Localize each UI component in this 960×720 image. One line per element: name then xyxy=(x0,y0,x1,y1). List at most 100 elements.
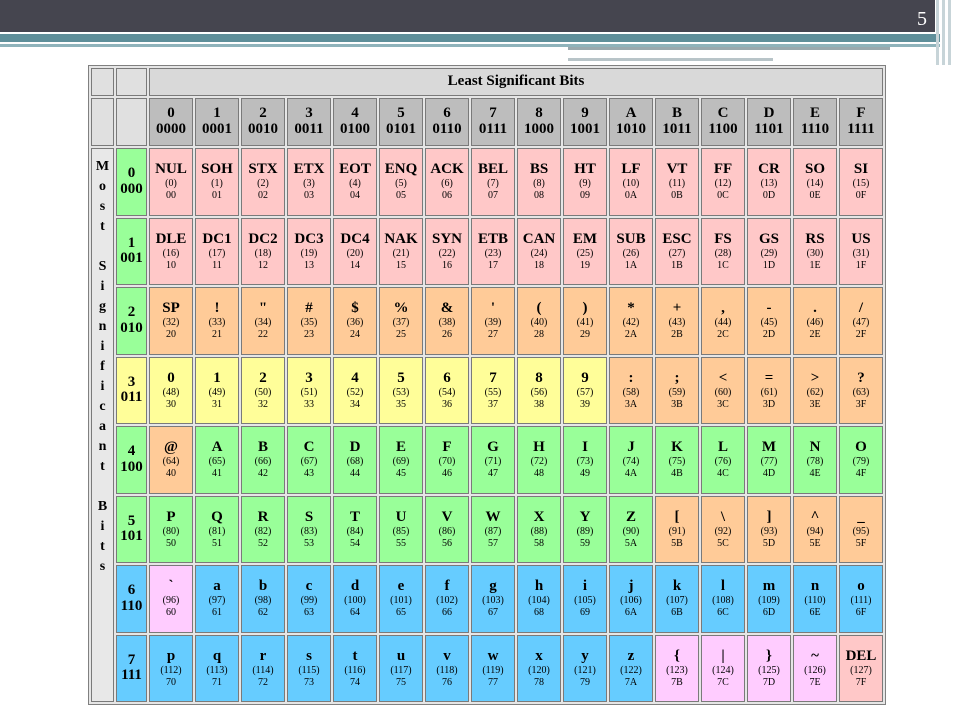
msb-hex: 1 xyxy=(127,234,136,251)
char-decimal: (27) xyxy=(668,247,686,259)
ascii-cell: o (111) 6F xyxy=(839,565,883,633)
ascii-cell: RS (30) 1E xyxy=(793,217,837,285)
char-decimal: (63) xyxy=(852,386,870,398)
char-symbol: R xyxy=(257,508,269,525)
lsb-hex: 3 xyxy=(305,105,313,122)
corner-cell xyxy=(116,68,147,96)
char-symbol: ( xyxy=(536,300,542,317)
char-hex: 40 xyxy=(166,468,176,480)
char-decimal: (111) xyxy=(850,595,872,607)
char-symbol: DLE xyxy=(155,230,187,247)
char-decimal: (59) xyxy=(668,386,686,398)
char-hex: 34 xyxy=(350,398,360,410)
ascii-cell: j (106) 6A xyxy=(609,565,653,633)
lsb-header: 9 1001 xyxy=(563,98,607,146)
char-hex: 3E xyxy=(809,398,821,410)
char-symbol: \ xyxy=(720,508,726,525)
char-hex: 4B xyxy=(671,468,683,480)
lsb-header: F 1111 xyxy=(839,98,883,146)
char-symbol: e xyxy=(397,578,405,595)
char-symbol: US xyxy=(851,230,871,247)
char-hex: 11 xyxy=(212,259,222,271)
lsb-header: 3 0011 xyxy=(287,98,331,146)
char-hex: 62 xyxy=(258,607,268,619)
char-decimal: (8) xyxy=(533,178,545,190)
char-decimal: (74) xyxy=(622,456,640,468)
char-symbol: ENQ xyxy=(384,161,418,178)
char-decimal: (114) xyxy=(252,664,274,676)
char-decimal: (17) xyxy=(208,247,226,259)
ascii-cell: US (31) 1F xyxy=(839,217,883,285)
msb-header: 5 101 xyxy=(116,495,147,563)
char-symbol: K xyxy=(671,439,683,456)
char-hex: 03 xyxy=(304,190,314,202)
msb-binary: 101 xyxy=(120,528,143,545)
char-decimal: (125) xyxy=(758,664,780,676)
char-decimal: (52) xyxy=(346,386,364,398)
char-hex: 37 xyxy=(488,398,498,410)
char-decimal: (87) xyxy=(484,525,502,537)
char-hex: 02 xyxy=(258,190,268,202)
ascii-cell: r (114) 72 xyxy=(241,634,285,702)
lsb-binary: 0101 xyxy=(386,121,416,137)
char-decimal: (6) xyxy=(441,178,453,190)
ascii-cell: . (46) 2E xyxy=(793,287,837,355)
msb-binary: 011 xyxy=(120,389,143,406)
ascii-cell: BS (8) 08 xyxy=(517,148,561,216)
lsb-header: E 1110 xyxy=(793,98,837,146)
ascii-cell: DC4 (20) 14 xyxy=(333,217,377,285)
char-symbol: { xyxy=(674,647,680,664)
ascii-table: Least Significant Bits 0 0000 1 0001 2 0010 3 00… xyxy=(89,66,885,704)
slide-decor-line xyxy=(936,0,939,65)
char-hex: 7B xyxy=(671,676,683,688)
char-hex: 0D xyxy=(762,190,776,202)
char-symbol: ETX xyxy=(293,161,325,178)
char-hex: 68 xyxy=(534,607,544,619)
char-hex: 1A xyxy=(624,259,638,271)
char-symbol: q xyxy=(212,647,222,664)
char-hex: 39 xyxy=(580,398,590,410)
char-symbol: f xyxy=(444,578,450,595)
char-hex: 3B xyxy=(671,398,683,410)
ascii-cell: ] (93) 5D xyxy=(747,495,791,563)
char-hex: 5F xyxy=(855,537,867,549)
char-hex: 7A xyxy=(624,676,638,688)
ascii-cell: 8 (56) 38 xyxy=(517,356,561,424)
char-hex: 3A xyxy=(624,398,638,410)
char-decimal: (71) xyxy=(484,456,502,468)
char-hex: 17 xyxy=(488,259,498,271)
char-hex: 52 xyxy=(258,537,268,549)
msb-side-label: M o s t S i g n i f i c a n t B i t s xyxy=(91,148,114,702)
char-hex: 01 xyxy=(212,190,222,202)
table-row: 4 100 @ (64) 40 A (65) 41 B (66) 42 C (67) 43 D (68) 44 E… xyxy=(91,426,883,494)
ascii-cell: BEL (7) 07 xyxy=(471,148,515,216)
lsb-binary: 0000 xyxy=(156,121,186,137)
ascii-cell: O (79) 4F xyxy=(839,426,883,494)
char-symbol: CAN xyxy=(522,230,556,247)
char-hex: 2E xyxy=(809,329,821,341)
char-decimal: (84) xyxy=(346,525,364,537)
char-decimal: (39) xyxy=(484,317,502,329)
lsb-binary: 0100 xyxy=(340,121,370,137)
ascii-cell: w (119) 77 xyxy=(471,634,515,702)
char-symbol: NAK xyxy=(384,230,418,247)
char-symbol: > xyxy=(810,369,820,386)
char-hex: 6D xyxy=(762,607,776,619)
ascii-cell: x (120) 78 xyxy=(517,634,561,702)
char-hex: 70 xyxy=(166,676,176,688)
msb-hex: 0 xyxy=(127,165,136,181)
lsb-header-row: 0 0000 1 0001 2 0010 3 0011 4 0100 5 0101 6 0110 7 0111… xyxy=(91,98,883,146)
ascii-cell: v (118) 76 xyxy=(425,634,469,702)
ascii-cell: c (99) 63 xyxy=(287,565,331,633)
char-symbol: s xyxy=(306,647,312,664)
char-decimal: (120) xyxy=(528,664,550,676)
char-decimal: (26) xyxy=(622,247,640,259)
char-hex: 49 xyxy=(580,468,590,480)
char-hex: 46 xyxy=(442,468,452,480)
char-hex: 4D xyxy=(762,468,776,480)
slide-decor-line xyxy=(568,47,890,50)
ascii-cell: p (112) 70 xyxy=(149,634,193,702)
char-hex: 33 xyxy=(304,398,314,410)
char-decimal: (54) xyxy=(438,386,456,398)
msb-side-label-text: M o s t S i g n i f i c a n t B i t s xyxy=(95,159,110,574)
